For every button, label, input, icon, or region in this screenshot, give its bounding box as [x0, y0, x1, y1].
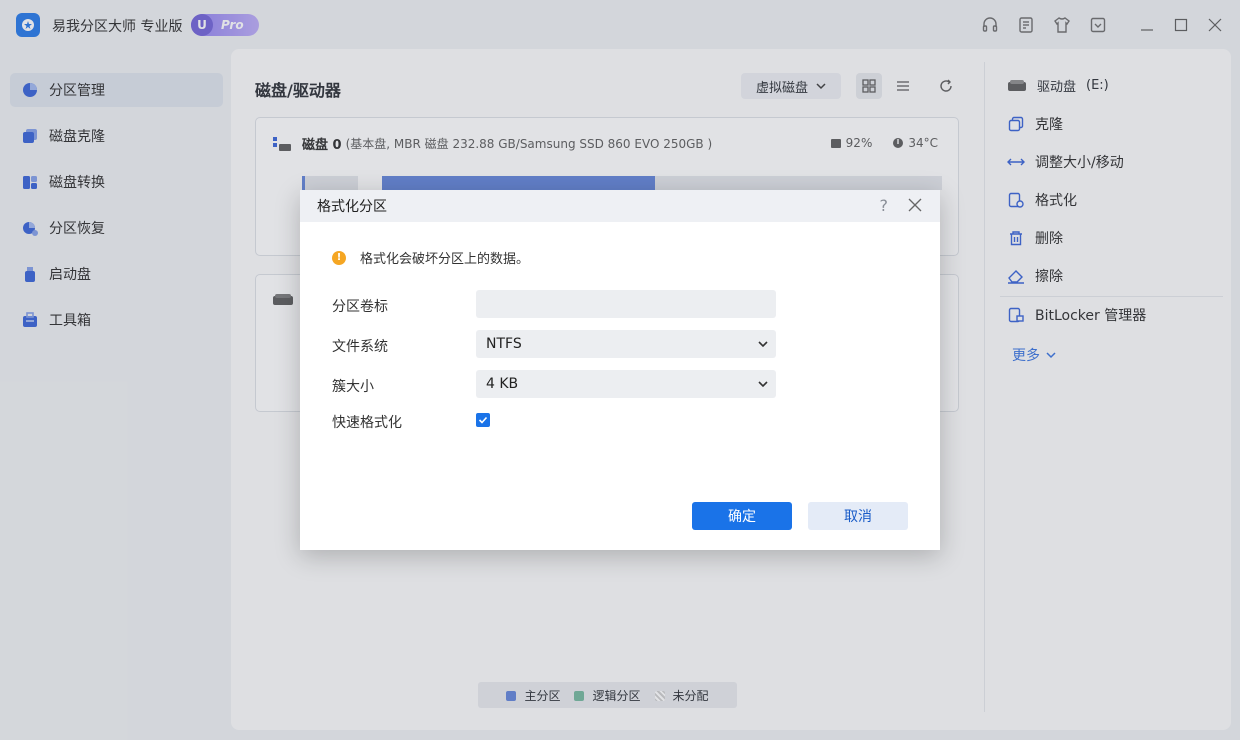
cluster-size-value: 4 KB	[486, 376, 519, 392]
volume-label-input[interactable]	[476, 290, 776, 318]
volume-label-label: 分区卷标	[332, 299, 388, 315]
dialog-title: 格式化分区	[317, 199, 387, 215]
chevron-down-icon	[758, 381, 768, 388]
format-partition-dialog: 格式化分区 ? ! 格式化会破坏分区上的数据。 分区卷标 文件系统 NTFS 簇…	[300, 190, 940, 550]
quick-format-label: 快速格式化	[332, 415, 402, 431]
warning-text: 格式化会破坏分区上的数据。	[360, 252, 530, 267]
close-icon[interactable]	[908, 198, 924, 214]
warning-icon: !	[332, 250, 346, 265]
cancel-button[interactable]: 取消	[808, 502, 908, 530]
file-system-select[interactable]: NTFS	[476, 330, 776, 358]
chevron-down-icon	[758, 341, 768, 348]
quick-format-checkbox[interactable]	[476, 413, 490, 427]
cluster-size-label: 簇大小	[332, 379, 374, 395]
file-system-value: NTFS	[486, 336, 522, 352]
warning-message: ! 格式化会破坏分区上的数据。	[332, 248, 529, 267]
file-system-label: 文件系统	[332, 339, 388, 355]
help-icon[interactable]: ?	[880, 196, 889, 215]
checkmark-icon	[478, 416, 488, 424]
dialog-header: 格式化分区 ?	[300, 190, 940, 222]
ok-button[interactable]: 确定	[692, 502, 792, 530]
cluster-size-select[interactable]: 4 KB	[476, 370, 776, 398]
